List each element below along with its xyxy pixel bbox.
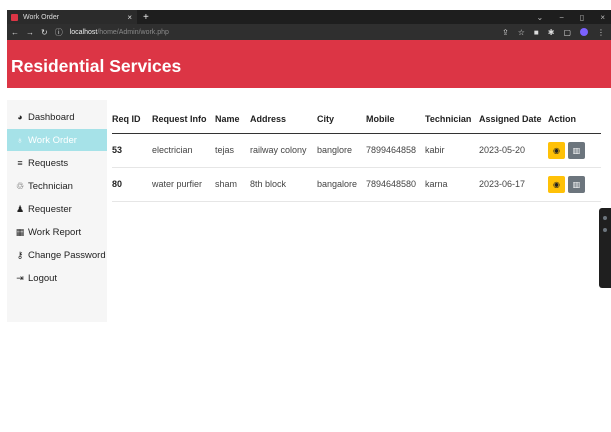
url-host: localhost xyxy=(69,28,98,36)
city-cell: banglore xyxy=(317,133,366,168)
tab-close-icon[interactable]: × xyxy=(127,13,132,22)
floating-side-widget[interactable] xyxy=(599,208,611,288)
column-header: Mobile xyxy=(366,106,425,134)
favicon-icon xyxy=(11,13,18,21)
back-icon[interactable]: ← xyxy=(11,28,19,37)
column-header: Req ID xyxy=(112,106,152,134)
name-cell: sham xyxy=(215,167,250,202)
column-header: Address xyxy=(250,106,317,134)
req-id-cell: 80 xyxy=(112,167,152,202)
trash-icon: ▥ xyxy=(572,179,581,189)
sidebar-item-label: Requester xyxy=(28,203,72,215)
request-info-cell: water purfier xyxy=(152,167,215,202)
sidebar-item-label: Work Report xyxy=(28,226,82,238)
sidebar-item-change-password[interactable]: ⚷ Change Password xyxy=(7,244,107,266)
sidebar-item-logout[interactable]: ⇥ Logout xyxy=(7,267,107,289)
table-row: 80 water purfier sham 8th block bangalor… xyxy=(112,167,601,202)
chevron-down-icon[interactable]: ⌄ xyxy=(537,13,544,22)
table-header-row: Req ID Request Info Name Address City Mo… xyxy=(112,106,601,134)
window-controls: ⌄ − ▯ × xyxy=(537,13,611,22)
column-header: Assigned Date xyxy=(479,106,548,134)
url-path: /home/Admin/work.php xyxy=(97,28,169,36)
delete-button[interactable]: ▥ xyxy=(568,175,585,193)
requester-icon: ♟ xyxy=(15,203,25,214)
menu-icon[interactable]: ⋮ xyxy=(597,28,605,37)
sidebar-item-dashboard[interactable]: ◕ Dashboard xyxy=(7,106,107,128)
action-cell: ◉ ▥ xyxy=(548,133,601,168)
restore-button[interactable]: ▯ xyxy=(580,13,584,22)
extension-icons: ⇪ ☆ ■ ✱ ▢ ⋮ xyxy=(502,28,611,37)
browser-tab-bar: Work Order × + ⌄ − ▯ × xyxy=(7,10,611,24)
widget-dot-icon xyxy=(603,228,607,232)
sidebar-item-work-order[interactable]: ♁ Work Order xyxy=(7,129,107,151)
assigned-date-cell: 2023-05-20 xyxy=(479,133,548,168)
eye-icon: ◉ xyxy=(553,145,560,155)
column-header: Request Info xyxy=(152,106,215,134)
sidebar-item-label: Logout xyxy=(28,272,58,284)
extension-icon[interactable]: ■ xyxy=(534,28,539,37)
site-header: Residential Services xyxy=(7,40,611,88)
sidebar-item-label: Requests xyxy=(28,157,69,169)
technician-icon: ♲ xyxy=(15,180,25,191)
widget-dot-icon xyxy=(603,216,607,220)
sidebar-item-label: Dashboard xyxy=(28,111,75,123)
minimize-button[interactable]: − xyxy=(559,13,564,22)
sidebar-item-technician[interactable]: ♲ Technician xyxy=(7,175,107,197)
column-header: City xyxy=(317,106,366,134)
assigned-date-cell: 2023-06-17 xyxy=(479,167,548,202)
dashboard-icon: ◕ xyxy=(17,112,23,122)
sidepanel-icon[interactable]: ▢ xyxy=(563,28,571,37)
tab-title: Work Order xyxy=(23,13,60,21)
sidebar-item-label: Work Order xyxy=(28,134,77,146)
column-header: Action xyxy=(548,106,601,134)
browser-tab[interactable]: Work Order × xyxy=(7,10,137,24)
close-window-button[interactable]: × xyxy=(600,13,605,22)
eye-icon: ◉ xyxy=(553,179,560,189)
reload-icon[interactable]: ↻ xyxy=(41,28,48,37)
technician-cell: kabir xyxy=(425,133,479,168)
trash-icon: ▥ xyxy=(572,145,581,155)
technician-cell: karna xyxy=(425,167,479,202)
logout-icon: ⇥ xyxy=(16,272,24,283)
sidebar-item-label: Change Password xyxy=(28,249,106,261)
address-cell: 8th block xyxy=(250,167,317,202)
profile-avatar-icon[interactable] xyxy=(580,28,588,36)
sidebar-item-label: Technician xyxy=(28,180,73,192)
work-report-icon: ▦ xyxy=(15,226,25,237)
bookmark-star-icon[interactable]: ☆ xyxy=(518,28,525,37)
change-password-icon: ⚷ xyxy=(16,249,24,260)
delete-button[interactable]: ▥ xyxy=(568,141,585,159)
mobile-cell: 7899464858 xyxy=(366,133,425,168)
requests-icon: ≡ xyxy=(17,158,23,168)
name-cell: tejas xyxy=(215,133,250,168)
view-button[interactable]: ◉ xyxy=(548,141,565,159)
city-cell: bangalore xyxy=(317,167,366,202)
req-id-cell: 53 xyxy=(112,133,152,168)
mobile-cell: 7894648580 xyxy=(366,167,425,202)
puzzle-icon[interactable]: ✱ xyxy=(548,28,555,37)
site-info-icon[interactable]: ⓘ xyxy=(55,27,63,38)
view-button[interactable]: ◉ xyxy=(548,175,565,193)
sidebar-item-requests[interactable]: ≡ Requests xyxy=(7,152,107,174)
sidebar-item-work-report[interactable]: ▦ Work Report xyxy=(7,221,107,243)
forward-icon[interactable]: → xyxy=(26,28,34,37)
address-cell: railway colony xyxy=(250,133,317,168)
site-title: Residential Services xyxy=(11,56,182,76)
table-row: 53 electrician tejas railway colony bang… xyxy=(112,133,601,168)
sidebar-item-requester[interactable]: ♟ Requester xyxy=(7,198,107,220)
work-order-icon: ♁ xyxy=(16,135,24,145)
column-header: Technician xyxy=(425,106,479,134)
address-bar: ← → ↻ ⓘ localhost /home/Admin/work.php ⇪… xyxy=(7,24,611,40)
column-header: Name xyxy=(215,106,250,134)
new-tab-button[interactable]: + xyxy=(143,12,149,23)
share-icon[interactable]: ⇪ xyxy=(502,28,509,37)
action-cell: ◉ ▥ xyxy=(548,167,601,202)
work-order-table: Req ID Request Info Name Address City Mo… xyxy=(112,106,601,202)
sidebar: ◕ Dashboard ♁ Work Order ≡ Requests ♲ Te… xyxy=(7,100,107,322)
request-info-cell: electrician xyxy=(152,133,215,168)
url-field[interactable]: localhost /home/Admin/work.php xyxy=(70,29,169,36)
